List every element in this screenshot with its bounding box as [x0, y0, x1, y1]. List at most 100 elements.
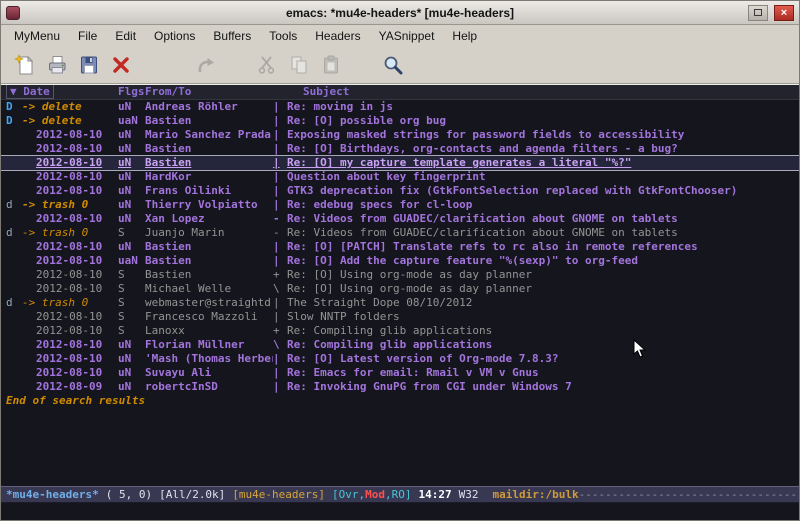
message-row[interactable]: 2012-08-10 uN HardKor | Question about k… [1, 170, 799, 184]
message-row[interactable]: 2012-08-10 S Bastien + Re: [O] Using org… [1, 268, 799, 282]
message-mark [6, 184, 22, 198]
new-file-button[interactable] [9, 50, 41, 80]
message-row[interactable]: 2012-08-09 uN robertcInSD | Re: Invoking… [1, 380, 799, 394]
message-row[interactable]: d -> trash 0 S webmaster@straightd... | … [1, 296, 799, 310]
menu-item-headers[interactable]: Headers [306, 27, 369, 45]
message-row[interactable]: 2012-08-10 uN Florian Müllner \ Re: Comp… [1, 338, 799, 352]
message-row[interactable]: 2012-08-10 S Michael Welle \ Re: [O] Usi… [1, 282, 799, 296]
print-button[interactable] [41, 50, 73, 80]
message-row[interactable]: 2012-08-10 uaN Bastien | Re: [O] Add the… [1, 254, 799, 268]
message-row[interactable]: d -> trash 0 uN Thierry Volpiatto | Re: … [1, 198, 799, 212]
message-date: 2012-08-10 [22, 212, 118, 226]
message-row[interactable]: 2012-08-10 uN Frans Oilinki | GTK3 depre… [1, 184, 799, 198]
message-row[interactable]: 2012-08-10 uN Bastien | Re: [O] Birthday… [1, 142, 799, 156]
message-mark: d [6, 296, 22, 310]
save-button[interactable] [73, 50, 105, 80]
message-from: Xan Lopez [145, 212, 273, 226]
message-from: Lanoxx [145, 324, 273, 338]
column-header-from[interactable]: From/To [145, 85, 273, 99]
maximize-button[interactable] [748, 5, 768, 21]
message-from: Florian Müllner [145, 338, 273, 352]
message-subject: Re: Videos from GUADEC/clarification abo… [287, 212, 799, 226]
message-mark: d [6, 226, 22, 240]
thread-indicator: | [273, 156, 287, 170]
undo-icon [194, 54, 216, 76]
message-mark [6, 380, 22, 394]
message-row[interactable]: 2012-08-10 uN Bastien | Re: [O] [PATCH] … [1, 240, 799, 254]
message-flags: uN [118, 142, 145, 156]
message-row[interactable]: D -> delete uaN Bastien | Re: [O] possib… [1, 114, 799, 128]
message-flags: uN [118, 184, 145, 198]
message-subject: Re: Compiling glib applications [287, 324, 799, 338]
menu-item-help[interactable]: Help [443, 27, 486, 45]
message-date: 2012-08-10 [22, 310, 118, 324]
message-flags: uaN [118, 114, 145, 128]
message-row[interactable]: 2012-08-10 uN 'Mash (Thomas Herbert) | R… [1, 352, 799, 366]
message-mark: D [6, 100, 22, 114]
menu-item-yasnippet[interactable]: YASnippet [370, 27, 444, 45]
new-file-icon [14, 54, 36, 76]
message-row[interactable]: d -> trash 0 S Juanjo Marin - Re: Videos… [1, 226, 799, 240]
message-flags: uN [118, 380, 145, 394]
thread-indicator: + [273, 324, 287, 338]
message-row[interactable]: 2012-08-10 uN Xan Lopez - Re: Videos fro… [1, 212, 799, 226]
column-header-flags[interactable]: Flgs [118, 85, 145, 99]
message-date: -> trash 0 [22, 296, 118, 310]
menu-item-file[interactable]: File [69, 27, 106, 45]
close-buffer-button[interactable] [105, 50, 137, 80]
paste-button[interactable] [315, 50, 347, 80]
menu-item-tools[interactable]: Tools [260, 27, 306, 45]
menu-item-edit[interactable]: Edit [106, 27, 145, 45]
thread-indicator: | [273, 254, 287, 268]
end-of-results: End of search results [1, 394, 799, 408]
menu-item-mymenu[interactable]: MyMenu [5, 27, 69, 45]
message-mark: D [6, 114, 22, 128]
message-date: 2012-08-10 [22, 156, 118, 170]
thread-indicator: \ [273, 282, 287, 296]
undo-button[interactable] [189, 50, 221, 80]
message-mark [6, 128, 22, 142]
menu-item-options[interactable]: Options [145, 27, 204, 45]
message-date: 2012-08-10 [22, 128, 118, 142]
modeline[interactable]: *mu4e-headers* ( 5, 0) [All/2.0k] [mu4e-… [1, 486, 799, 503]
message-row[interactable]: 2012-08-10 uN Suvayu Ali | Re: Emacs for… [1, 366, 799, 380]
search-button[interactable] [377, 50, 409, 80]
column-header-date[interactable]: ▼ Date [6, 85, 118, 99]
column-header-subject[interactable]: Subject [273, 85, 799, 99]
message-flags: uN [118, 156, 145, 170]
message-flags: S [118, 324, 145, 338]
message-date: -> trash 0 [22, 226, 118, 240]
message-from: Bastien [145, 240, 273, 254]
message-date: 2012-08-10 [22, 184, 118, 198]
thread-indicator: + [273, 268, 287, 282]
message-row[interactable]: 2012-08-10 S Lanoxx + Re: Compiling glib… [1, 324, 799, 338]
print-icon [46, 54, 68, 76]
message-subject: Re: [O] possible org bug [287, 114, 799, 128]
copy-button[interactable] [283, 50, 315, 80]
menu-item-buffers[interactable]: Buffers [204, 27, 260, 45]
message-mark [6, 170, 22, 184]
minibuffer[interactable] [1, 503, 799, 520]
close-button[interactable]: × [774, 5, 794, 21]
message-flags: uN [118, 366, 145, 380]
message-date: 2012-08-10 [22, 324, 118, 338]
message-row[interactable]: D -> delete uN Andreas Röhler | Re: movi… [1, 100, 799, 114]
cut-button[interactable] [251, 50, 283, 80]
modeline-major-mode: [mu4e-headers] [232, 488, 325, 501]
thread-indicator: | [273, 380, 287, 394]
message-subject: Re: Compiling glib applications [287, 338, 799, 352]
sort-indicator-icon: ▼ [10, 85, 17, 98]
message-mark [6, 282, 22, 296]
message-row[interactable]: 2012-08-10 uN Mario Sanchez Prada | Expo… [1, 128, 799, 142]
thread-indicator: | [273, 184, 287, 198]
message-row[interactable]: 2012-08-10 uN Bastien | Re: [O] my captu… [1, 156, 799, 170]
message-flags: uN [118, 170, 145, 184]
titlebar[interactable]: emacs: *mu4e-headers* [mu4e-headers] × [1, 1, 799, 25]
message-from: Suvayu Ali [145, 366, 273, 380]
message-row[interactable]: 2012-08-10 S Francesco Mazzoli | Slow NN… [1, 310, 799, 324]
message-date: 2012-08-10 [22, 254, 118, 268]
message-flags: uN [118, 240, 145, 254]
message-mark [6, 254, 22, 268]
message-date: 2012-08-10 [22, 338, 118, 352]
thread-indicator: - [273, 212, 287, 226]
